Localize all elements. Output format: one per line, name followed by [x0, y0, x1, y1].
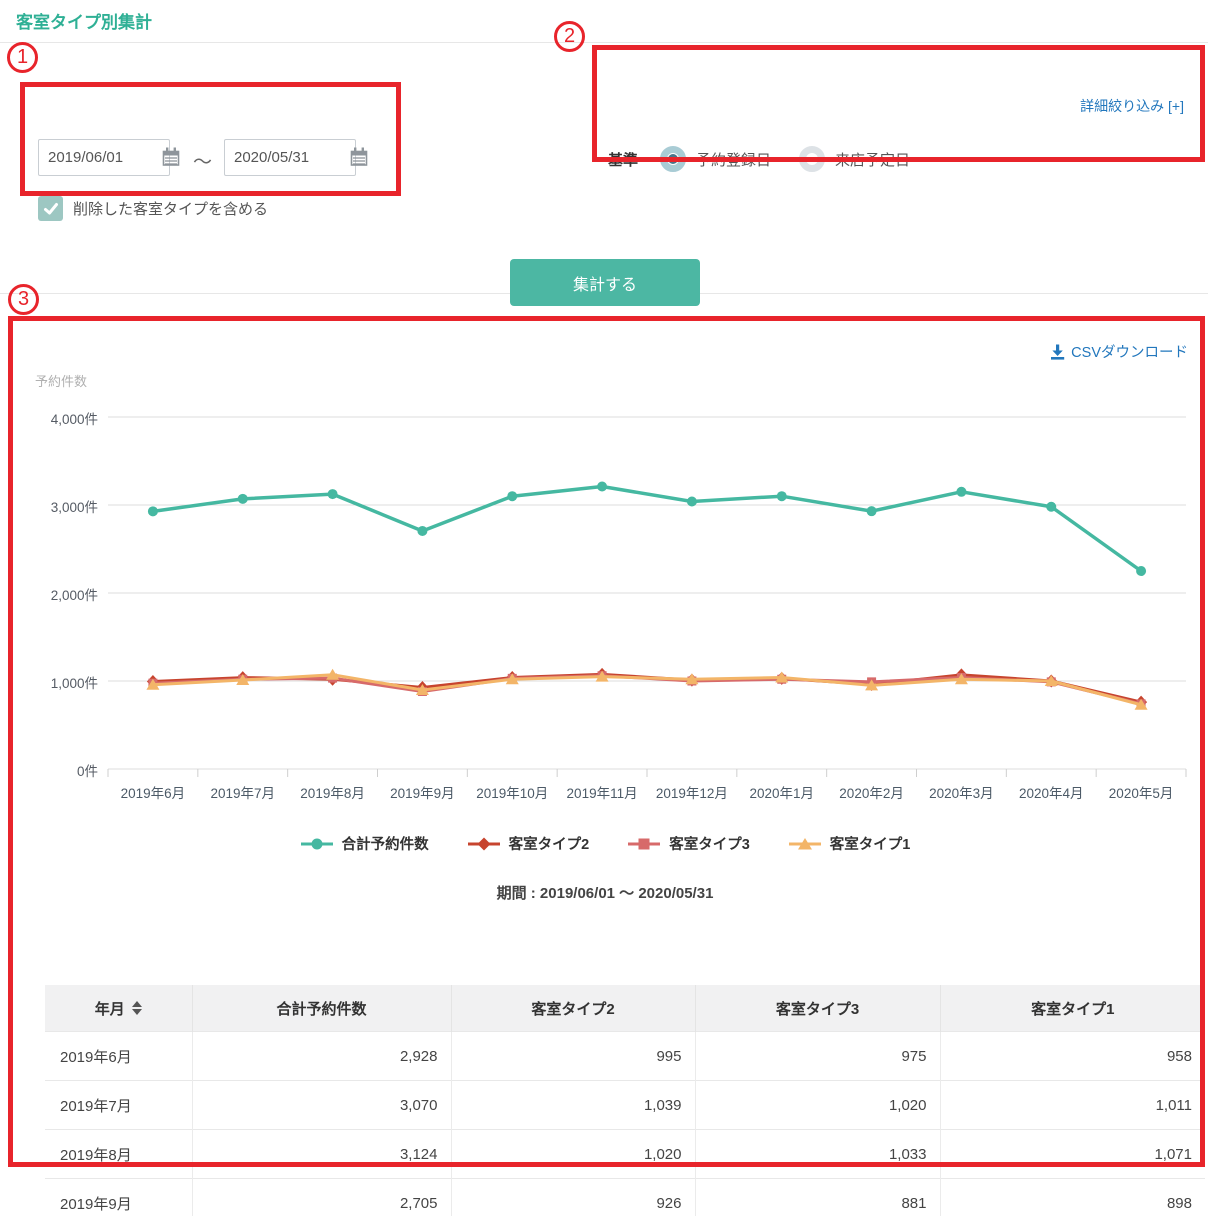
aggregate-button[interactable]: 集計する: [510, 259, 700, 306]
x-tick-label: 2019年9月: [390, 786, 455, 801]
csv-link-label: CSVダウンロード: [1071, 345, 1188, 361]
column-header-type2: 客室タイプ2: [451, 985, 696, 1032]
y-tick-label: 3,000件: [50, 500, 98, 515]
table-cell-value: 2,705: [192, 1178, 452, 1216]
page: 客室タイプ別集計 ～ 削除した客室タイプを含める 詳細絞り込み [+]: [0, 0, 1210, 1216]
legend-label: 客室タイプ1: [829, 837, 911, 853]
legend-label: 客室タイプ2: [508, 837, 590, 853]
legend-label: 合計予約件数: [341, 837, 429, 853]
legend-item: 客室タイプ1: [788, 833, 911, 854]
column-header-total: 合計予約件数: [192, 985, 452, 1032]
column-header-month[interactable]: 年月: [45, 985, 193, 1032]
include-deleted-checkbox-row[interactable]: 削除した客室タイプを含める: [38, 196, 268, 221]
y-tick-label: 1,000件: [50, 676, 98, 691]
table-header-row: 年月 合計予約件数 客室タイプ2 客室タイプ3 客室タイプ1: [45, 985, 1205, 1032]
table-cell-value: 3,124: [192, 1129, 452, 1179]
legend-marker-icon: [788, 837, 821, 849]
legend-item: 客室タイプ3: [627, 833, 750, 854]
x-tick-label: 2019年12月: [655, 786, 728, 801]
table-cell-value: 1,039: [451, 1080, 696, 1130]
sort-icon[interactable]: [131, 1001, 142, 1015]
radio-dot: [807, 154, 817, 164]
table-cell-value: 1,011: [940, 1080, 1205, 1130]
calendar-icon-to[interactable]: [348, 146, 370, 168]
table-row: 2019年8月 3,124 1,020 1,033 1,071: [45, 1129, 1205, 1179]
radio-visit-date-label[interactable]: 来店予定日: [835, 149, 910, 170]
table-cell-month: 2019年7月: [45, 1080, 193, 1130]
table-cell-value: 881: [695, 1178, 941, 1216]
date-from-input[interactable]: [38, 139, 170, 176]
column-header-month-label: 年月: [94, 1000, 125, 1018]
table-row: 2019年9月 2,705 926 881 898: [45, 1178, 1205, 1216]
table-cell-value: 958: [940, 1031, 1205, 1081]
csv-download-link[interactable]: CSVダウンロード: [1049, 341, 1188, 362]
period-text: 期間 : 2019/06/01 ～ 2020/05/31: [496, 885, 714, 902]
x-tick-label: 2019年7月: [210, 786, 276, 801]
table-cell-month: 2019年8月: [45, 1129, 193, 1179]
legend-label: 客室タイプ3: [669, 837, 750, 853]
legend-item: 合計予約件数: [300, 833, 429, 854]
summary-table: 年月 合計予約件数 客室タイプ2 客室タイプ3 客室タイプ1 2019年6月 2,…: [45, 985, 1205, 1216]
table-cell-month: 2019年9月: [45, 1178, 193, 1216]
table-cell-value: 1,020: [451, 1129, 696, 1179]
filter-panel: ～ 削除した客室タイプを含める 詳細絞り込み [+] 基準 予約登録日 来店予定…: [0, 42, 1208, 306]
x-tick-label: 2020年2月: [839, 786, 904, 801]
x-tick-label: 2020年5月: [1108, 786, 1174, 801]
y-tick-label: 0件: [76, 764, 98, 779]
table-row: 2019年6月 2,928 995 975 958: [45, 1031, 1205, 1081]
chart-legend: 合計予約件数 客室タイプ2 客室タイプ3 客室タイプ1: [0, 833, 1210, 854]
table-cell-value: 3,070: [192, 1080, 452, 1130]
x-tick-label: 2019年8月: [300, 786, 365, 801]
y-tick-label: 4,000件: [50, 412, 98, 427]
criteria-label: 基準: [608, 151, 639, 169]
table-cell-month: 2019年6月: [45, 1031, 193, 1081]
detail-filter-link[interactable]: 詳細絞り込み [+]: [1080, 96, 1184, 116]
legend-marker-icon: [300, 838, 333, 849]
x-tick-label: 2020年3月: [929, 786, 994, 801]
radio-visit-date[interactable]: [799, 146, 826, 172]
x-tick-label: 2019年6月: [120, 786, 186, 801]
x-tick-label: 2020年4月: [1018, 786, 1084, 801]
table-cell-value: 1,071: [940, 1129, 1205, 1179]
legend-marker-icon: [628, 838, 661, 849]
table-cell-value: 995: [451, 1031, 696, 1081]
date-to-input[interactable]: [224, 139, 356, 176]
table-cell-value: 926: [451, 1178, 696, 1216]
date-range-separator: ～: [193, 152, 213, 173]
x-tick-label: 2020年1月: [749, 786, 815, 801]
download-icon: [1051, 344, 1065, 360]
calendar-icon-from[interactable]: [160, 146, 182, 168]
y-tick-label: 2,000件: [50, 588, 98, 603]
x-tick-label: 2019年10月: [476, 786, 549, 801]
column-header-type1: 客室タイプ1: [940, 985, 1205, 1032]
criteria-row: 基準 予約登録日 来店予定日: [608, 146, 938, 172]
legend-item: 客室タイプ2: [467, 833, 590, 854]
column-header-type3: 客室タイプ3: [695, 985, 941, 1032]
table-cell-value: 975: [695, 1031, 941, 1081]
include-deleted-checkbox[interactable]: [38, 196, 63, 221]
legend-marker-icon: [467, 837, 500, 850]
check-icon: [43, 202, 58, 214]
include-deleted-label: 削除した客室タイプを含める: [73, 201, 269, 218]
table-cell-value: 2,928: [192, 1031, 452, 1081]
table-cell-value: 1,033: [695, 1129, 941, 1179]
radio-reservation-date[interactable]: [660, 146, 687, 172]
y-axis-title: 予約件数: [35, 374, 88, 389]
x-tick-label: 2019年11月: [566, 786, 638, 801]
table-cell-value: 898: [940, 1178, 1205, 1216]
page-title: 客室タイプ別集計: [16, 13, 152, 32]
radio-dot: [668, 154, 679, 164]
table-row: 2019年7月 3,070 1,039 1,020 1,011: [45, 1080, 1205, 1130]
table-cell-value: 1,020: [695, 1080, 941, 1130]
radio-reservation-date-label[interactable]: 予約登録日: [696, 149, 771, 170]
